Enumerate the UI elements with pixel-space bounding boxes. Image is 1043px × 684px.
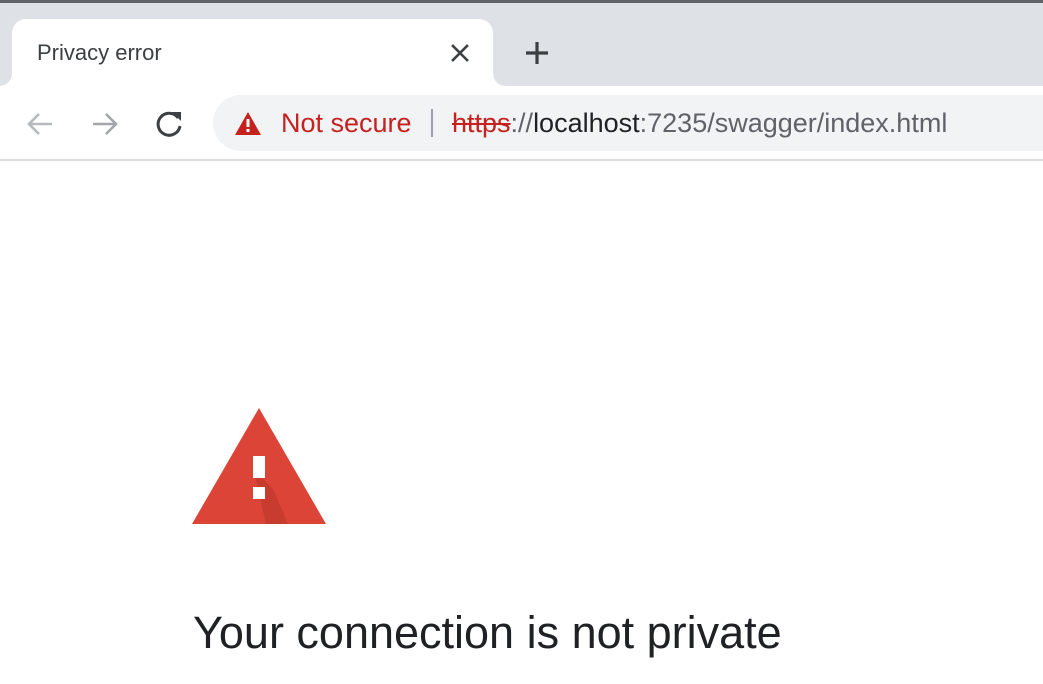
new-tab-button[interactable] bbox=[520, 36, 554, 70]
reload-button[interactable] bbox=[151, 106, 187, 142]
url-separator: :// bbox=[510, 108, 534, 138]
url-scheme: https bbox=[452, 108, 511, 138]
large-warning-triangle-icon bbox=[192, 408, 326, 524]
browser-window: Privacy error Not secure https://localho… bbox=[0, 0, 1043, 684]
warning-triangle-icon bbox=[235, 111, 261, 135]
forward-button[interactable] bbox=[87, 106, 123, 142]
security-indicator[interactable]: Not secure bbox=[235, 95, 412, 151]
page-content: Your connection is not private bbox=[0, 161, 1043, 684]
omnibox-divider bbox=[431, 109, 433, 137]
url-host: localhost bbox=[533, 108, 640, 138]
tab-privacy-error[interactable]: Privacy error bbox=[0, 19, 505, 86]
tab-close-button[interactable] bbox=[445, 38, 475, 68]
plus-icon bbox=[526, 42, 548, 64]
arrow-right-icon bbox=[93, 113, 118, 135]
page-title: Your connection is not private bbox=[193, 607, 782, 658]
not-secure-label: Not secure bbox=[281, 107, 412, 138]
close-icon bbox=[451, 44, 469, 62]
url-path: :7235/swagger/index.html bbox=[639, 108, 948, 138]
back-button[interactable] bbox=[22, 106, 58, 142]
tab-strip: Privacy error bbox=[0, 0, 1043, 86]
arrow-left-icon bbox=[27, 113, 52, 135]
reload-icon bbox=[156, 111, 182, 137]
window-top-edge bbox=[0, 0, 1043, 3]
url-text[interactable]: https://localhost:7235/swagger/index.htm… bbox=[452, 95, 947, 151]
address-bar[interactable]: Not secure https://localhost:7235/swagge… bbox=[213, 95, 1043, 151]
tab-title: Privacy error bbox=[37, 40, 162, 65]
toolbar: Not secure https://localhost:7235/swagge… bbox=[0, 86, 1043, 161]
